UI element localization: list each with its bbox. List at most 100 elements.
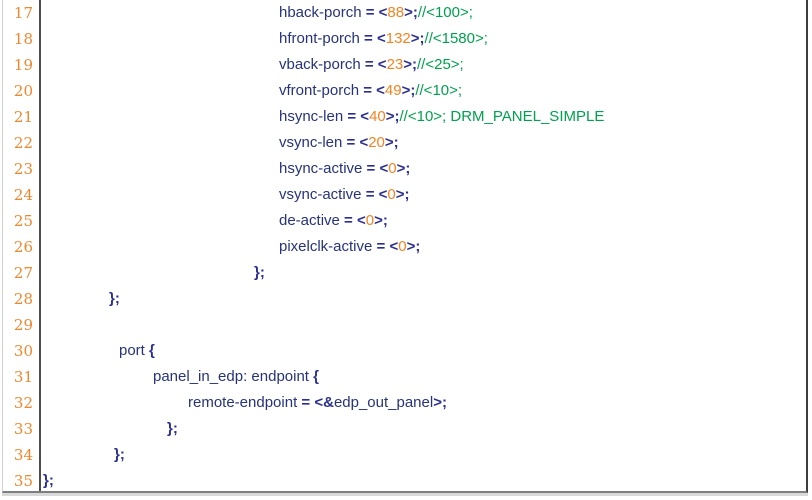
token-plain: remote-endpoint	[188, 394, 302, 411]
code-line[interactable]: 31 panel_in_edp: endpoint {	[3, 364, 806, 390]
code-line[interactable]: 17 hback-porch = <88>;//<100>;	[3, 0, 806, 26]
token-sym: };	[43, 472, 54, 489]
token-com: //<25>;	[417, 56, 464, 73]
token-sym: >;	[433, 394, 447, 411]
token-sym: >;	[410, 30, 425, 47]
code-text: vfront-porch = <49>;//<10>;	[42, 78, 462, 104]
code-line[interactable]: 26 pixelclk-active = <0>;	[3, 234, 806, 260]
token-com: //<1580>;	[424, 30, 488, 47]
line-number: 28	[3, 286, 41, 312]
token-plain: vsync-len	[279, 134, 347, 151]
code-content: };	[41, 442, 806, 468]
token-num: 23	[386, 56, 404, 73]
token-sym: >;	[403, 56, 418, 73]
token-plain: port	[119, 342, 150, 359]
code-line[interactable]: 18 hfront-porch = <132>;//<1580>;	[3, 26, 806, 52]
code-content: };	[41, 260, 806, 286]
token-sym: = <	[376, 238, 399, 255]
code-content: remote-endpoint = <&edp_out_panel>;	[41, 390, 806, 416]
token-sym: >;	[406, 238, 421, 255]
code-text: vback-porch = <23>;//<25>;	[42, 52, 464, 78]
editor-viewport: 17 hback-porch = <88>;//<100>; 18 hfront-po…	[0, 0, 812, 500]
token-sym: >;	[395, 186, 410, 203]
line-number: 24	[3, 182, 41, 208]
token-com: //<100>;	[417, 4, 473, 21]
token-plain: hsync-active	[279, 160, 367, 177]
code-content: };	[41, 286, 806, 312]
code-content: panel_in_edp: endpoint {	[41, 364, 806, 390]
token-sym: = <	[364, 30, 386, 47]
token-num: 0	[388, 160, 397, 177]
code-content: vsync-active = <0>;	[41, 182, 806, 208]
token-com: //<10>; DRM_PANEL_SIMPLE	[399, 108, 605, 125]
code-text: remote-endpoint = <&edp_out_panel>;	[42, 390, 447, 416]
code-line[interactable]: 21 hsync-len = <40>;//<10>; DRM_PANEL_SIM…	[3, 104, 806, 130]
token-sym: = <	[365, 4, 388, 21]
token-sym: >;	[401, 82, 416, 99]
code-line[interactable]: 27};	[3, 260, 806, 286]
token-num: 20	[368, 134, 385, 151]
code-content: vfront-porch = <49>;//<10>;	[41, 78, 806, 104]
line-number: 32	[3, 390, 41, 416]
token-sym: };	[114, 446, 125, 463]
token-plain: vback-porch	[279, 56, 365, 73]
line-number: 33	[3, 416, 41, 442]
token-num: 0	[398, 238, 407, 255]
code-content: hsync-len = <40>;//<10>; DRM_PANEL_SIMPL…	[41, 104, 806, 130]
code-line[interactable]: 30 port {	[3, 338, 806, 364]
token-num: 0	[365, 212, 375, 229]
code-line[interactable]: 23 hsync-active = <0>;	[3, 156, 806, 182]
code-editor: 17 hback-porch = <88>;//<100>; 18 hfront-po…	[2, 0, 808, 493]
code-text: hsync-len = <40>;//<10>; DRM_PANEL_SIMPL…	[42, 104, 604, 130]
token-plain: edp_out_panel	[333, 394, 434, 411]
code-line[interactable]: 34};	[3, 442, 806, 468]
token-sym: = <	[363, 82, 385, 99]
line-number: 35	[3, 468, 41, 491]
code-line[interactable]: 22 vsync-len = <20>;	[3, 130, 806, 156]
code-text: vsync-active = <0>;	[42, 182, 410, 208]
token-sym: {	[149, 342, 155, 359]
code-line[interactable]: 35};	[3, 468, 806, 491]
token-sym: >;	[396, 160, 411, 177]
code-content: pixelclk-active = <0>;	[41, 234, 806, 260]
line-number: 26	[3, 234, 41, 260]
token-sym: >;	[385, 108, 400, 125]
code-content: hback-porch = <88>;//<100>;	[41, 0, 806, 26]
code-content: hsync-active = <0>;	[41, 156, 806, 182]
code-text: de-active = <0>;	[42, 208, 388, 234]
code-line[interactable]: 24 vsync-active = <0>;	[3, 182, 806, 208]
code-content: };	[41, 416, 806, 442]
token-sym: = <	[347, 108, 370, 125]
line-number: 19	[3, 52, 41, 78]
code-line[interactable]: 20 vfront-porch = <49>;//<10>;	[3, 78, 806, 104]
code-text: pixelclk-active = <0>;	[42, 234, 420, 260]
code-line[interactable]: 32 remote-endpoint = <&edp_out_panel>;	[3, 390, 806, 416]
code-text: vsync-len = <20>;	[42, 130, 399, 156]
line-number: 23	[3, 156, 41, 182]
code-line[interactable]: 29	[3, 312, 806, 338]
token-sym: = <	[344, 212, 366, 229]
token-sym: >;	[404, 4, 418, 21]
line-number: 17	[3, 0, 41, 26]
token-sym: = <	[364, 56, 387, 73]
line-number: 21	[3, 104, 41, 130]
token-sym: >;	[384, 134, 399, 151]
token-sym: = <	[366, 160, 389, 177]
code-line[interactable]: 33};	[3, 416, 806, 442]
code-line[interactable]: 28};	[3, 286, 806, 312]
line-number: 27	[3, 260, 41, 286]
token-plain: vfront-porch	[279, 82, 364, 99]
code-line[interactable]: 19 vback-porch = <23>;//<25>;	[3, 52, 806, 78]
token-plain: hfront-porch	[279, 30, 365, 47]
code-text: };	[42, 442, 125, 468]
token-com: //<10>;	[415, 82, 463, 99]
code-content: vback-porch = <23>;//<25>;	[41, 52, 806, 78]
token-num: 0	[387, 186, 396, 203]
code-text: hsync-active = <0>;	[42, 156, 410, 182]
token-num: 132	[385, 30, 411, 47]
token-num: 88	[387, 4, 405, 21]
code-content	[41, 312, 806, 338]
code-line[interactable]: 25 de-active = <0>;	[3, 208, 806, 234]
line-number: 22	[3, 130, 41, 156]
token-sym: };	[109, 290, 120, 307]
